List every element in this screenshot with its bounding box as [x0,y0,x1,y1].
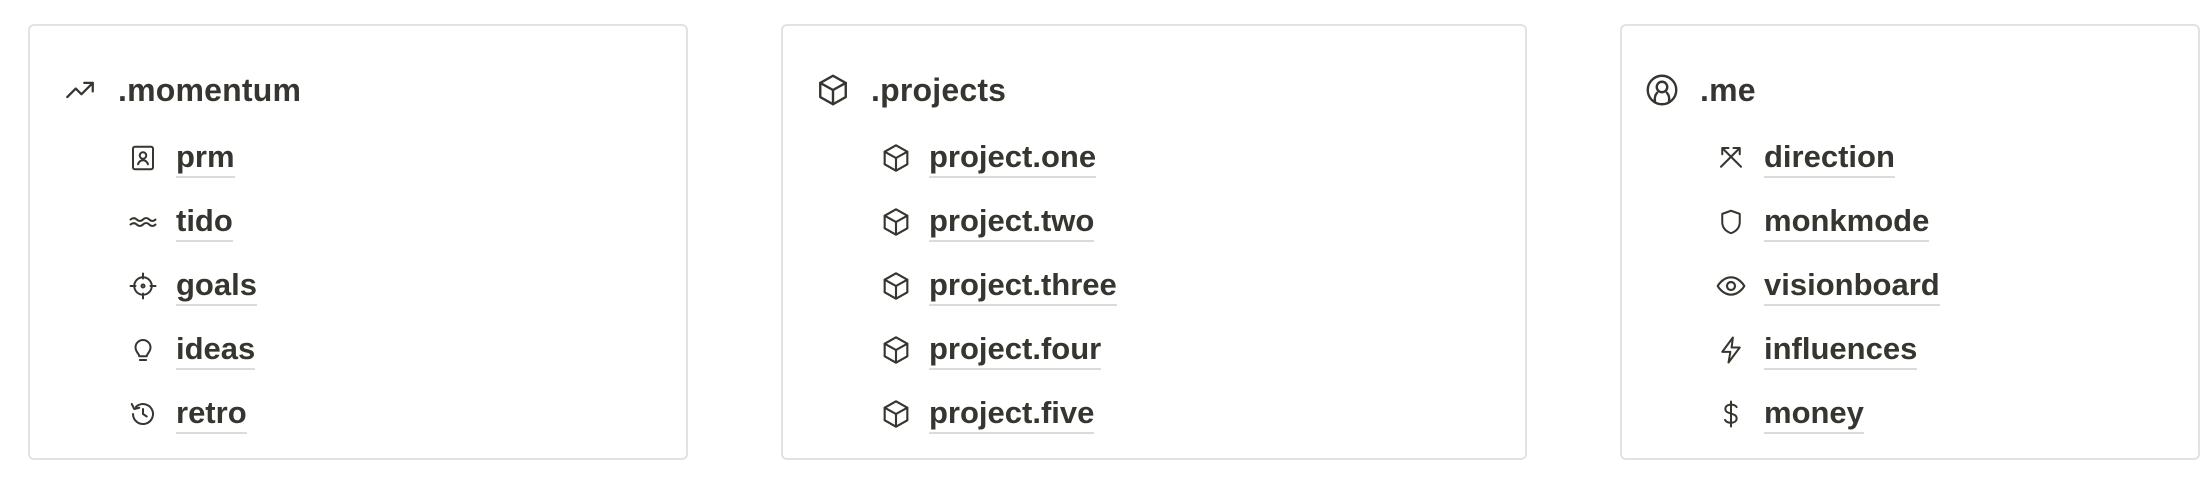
list-item-monkmode[interactable]: monkmode [1714,190,1940,254]
card-title: .projects [871,71,1007,108]
card-title: .momentum [118,71,302,108]
list-item-goals[interactable]: goals [126,254,257,318]
shield-icon [1714,205,1748,239]
card-projects: .projects project.one project.two projec… [781,24,1527,460]
item-label[interactable]: influences [1764,331,1918,370]
item-list: direction monkmode visionboard influence… [1714,126,1940,446]
list-item-visionboard[interactable]: visionboard [1714,254,1940,318]
item-label[interactable]: retro [176,395,247,434]
list-item-project-two[interactable]: project.two [879,190,1117,254]
item-list: project.one project.two project.three pr… [879,126,1117,446]
card-header-projects: .projects [813,68,1006,112]
crosshair-icon [126,269,160,303]
item-label[interactable]: project.one [929,139,1097,178]
box-icon [879,269,913,303]
list-item-ideas[interactable]: ideas [126,318,257,382]
list-item-tido[interactable]: tido [126,190,257,254]
card-me: .me direction monkmode visionboard influ… [1620,24,2200,460]
item-label[interactable]: project.three [929,267,1117,306]
item-list: prm tido goals ideas retro [126,126,257,446]
eye-icon [1714,269,1748,303]
item-label[interactable]: visionboard [1764,267,1940,306]
crossed-axes-icon [1714,141,1748,175]
box-icon [879,205,913,239]
box-icon [813,70,853,110]
card-title: .me [1700,71,1756,108]
list-item-influences[interactable]: influences [1714,318,1940,382]
lightbulb-icon [126,333,160,367]
item-label[interactable]: project.two [929,203,1095,242]
box-icon [879,333,913,367]
list-item-project-one[interactable]: project.one [879,126,1117,190]
item-label[interactable]: prm [176,139,235,178]
item-label[interactable]: project.four [929,331,1102,370]
item-label[interactable]: project.five [929,395,1095,434]
item-label[interactable]: ideas [176,331,256,370]
list-item-project-four[interactable]: project.four [879,318,1117,382]
user-circle-icon [1642,70,1682,110]
history-icon [126,397,160,431]
list-item-prm[interactable]: prm [126,126,257,190]
lightning-icon [1714,333,1748,367]
list-item-retro[interactable]: retro [126,382,257,446]
item-label[interactable]: money [1764,395,1864,434]
trending-up-icon [60,70,100,110]
item-label[interactable]: tido [176,203,233,242]
list-item-direction[interactable]: direction [1714,126,1940,190]
card-momentum: .momentum prm tido goals ideas retro [28,24,688,460]
item-label[interactable]: monkmode [1764,203,1930,242]
list-item-project-five[interactable]: project.five [879,382,1117,446]
item-label[interactable]: goals [176,267,257,306]
waves-icon [126,205,160,239]
dollar-icon [1714,397,1748,431]
contact-book-icon [126,141,160,175]
list-item-project-three[interactable]: project.three [879,254,1117,318]
item-label[interactable]: direction [1764,139,1895,178]
card-header-momentum: .momentum [60,68,301,112]
box-icon [879,397,913,431]
box-icon [879,141,913,175]
card-header-me: .me [1642,68,1756,112]
list-item-money[interactable]: money [1714,382,1940,446]
